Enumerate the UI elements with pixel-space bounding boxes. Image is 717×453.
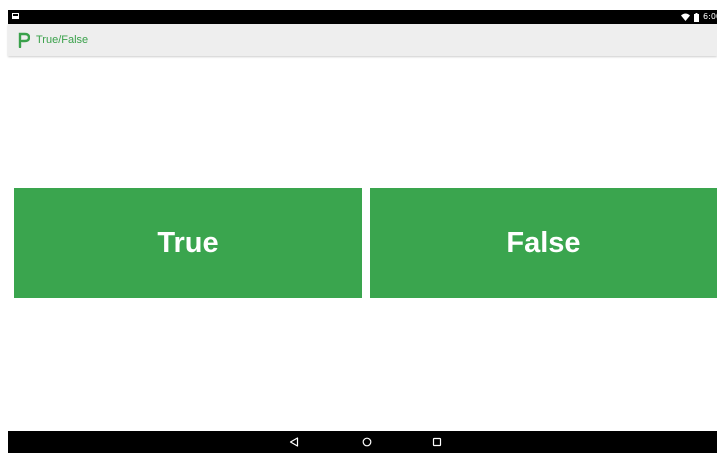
back-icon[interactable] bbox=[287, 435, 301, 449]
app-bar: True/False bbox=[8, 24, 717, 56]
home-icon[interactable] bbox=[360, 435, 374, 449]
app-title: True/False bbox=[36, 34, 89, 46]
status-time: 6:00 bbox=[703, 12, 717, 21]
status-bar: 6:00 bbox=[8, 10, 717, 24]
true-button-label: True bbox=[157, 226, 219, 259]
false-button-label: False bbox=[506, 226, 581, 259]
wifi-icon bbox=[681, 13, 691, 21]
p-logo-icon bbox=[18, 32, 31, 49]
recents-icon[interactable] bbox=[430, 435, 444, 449]
notification-icon bbox=[12, 13, 19, 19]
true-button[interactable]: True bbox=[14, 188, 362, 298]
screen: 6:00 True/False True False bbox=[0, 0, 717, 453]
status-right: 6:00 bbox=[681, 11, 717, 23]
false-button[interactable]: False bbox=[370, 188, 717, 298]
battery-icon bbox=[694, 12, 700, 22]
navigation-bar bbox=[8, 431, 717, 453]
